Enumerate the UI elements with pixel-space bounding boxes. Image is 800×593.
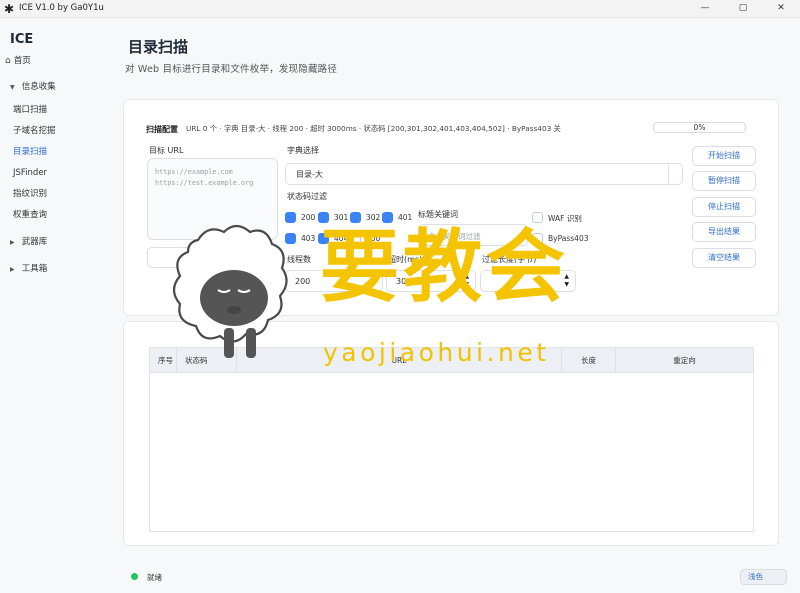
config-summary: URL 0 个 · 字典 目录-大 · 线程 200 · 超时 3000ms ·… <box>186 124 561 133</box>
sidebar-item-subdomain[interactable]: 子域名挖掘 <box>0 121 112 141</box>
sidebar-item-dir-scan[interactable]: 目录扫描 <box>0 142 112 162</box>
app-logo-icon: ✱ <box>4 2 15 16</box>
sidebar-item-weight[interactable]: 权重查询 <box>0 205 112 225</box>
sidebar: ICE ⌂ 首页 ▼ 信息收集 端口扫描 子域名挖掘 目录扫描 JSFinder… <box>0 18 112 593</box>
clear-results-button[interactable]: 清空结果 <box>692 248 756 268</box>
progress-bar: 0% <box>653 122 746 133</box>
stop-scan-button[interactable]: 停止扫描 <box>692 197 756 217</box>
threads-value: 200 <box>295 277 311 286</box>
sidebar-group-label: 信息收集 <box>21 82 56 92</box>
target-url-label: 目标 URL <box>149 146 184 155</box>
minimize-button[interactable]: — <box>686 0 724 18</box>
sidebar-group-arsenal[interactable]: ▶ 武器库 <box>0 232 112 252</box>
select-divider <box>668 164 669 184</box>
sidebar-group-info[interactable]: ▼ 信息收集 <box>0 77 112 97</box>
sheep-mascot-icon <box>172 224 288 358</box>
page-subtitle: 对 Web 目标进行目录和文件枚举，发现隐藏路径 <box>125 64 338 75</box>
config-label: 扫描配置 <box>146 125 178 134</box>
status-code-label: 200 <box>301 213 316 222</box>
maximize-button[interactable]: ▢ <box>724 0 762 18</box>
theme-toggle-button[interactable]: 浅色 <box>740 569 787 585</box>
sidebar-item-label: 首页 <box>13 56 31 66</box>
brand-title: ICE <box>10 32 34 47</box>
sidebar-item-fingerprint[interactable]: 指纹识别 <box>0 184 112 204</box>
chevron-right-icon: ▶ <box>10 239 15 246</box>
sidebar-group-toolbox[interactable]: ▶ 工具箱 <box>0 259 112 279</box>
dict-select-value: 目录-大 <box>296 170 323 179</box>
watermark-text: 要教会 <box>320 220 569 313</box>
chevron-down-icon: ▼ <box>10 84 15 91</box>
page-title: 目录扫描 <box>128 38 189 56</box>
title-bar: ✱ ICE V1.0 by Ga0Y1u — ▢ ✕ <box>0 0 800 18</box>
sidebar-item-port-scan[interactable]: 端口扫描 <box>0 100 112 120</box>
sidebar-group-label: 工具箱 <box>21 264 48 274</box>
dict-select[interactable]: 目录-大 <box>285 163 683 185</box>
sidebar-item-jsfinder[interactable]: JSFinder <box>0 163 112 183</box>
export-results-button[interactable]: 导出结果 <box>692 222 756 242</box>
sidebar-item-home[interactable]: ⌂ 首页 <box>0 51 112 71</box>
dict-label: 字典选择 <box>287 146 319 155</box>
target-placeholder-line: https://example.com <box>155 168 233 176</box>
target-placeholder-line: https://test.example.org <box>155 179 254 187</box>
status-indicator <box>131 573 138 580</box>
col-header-length[interactable]: 长度 <box>562 348 616 373</box>
window-title: ICE V1.0 by Ga0Y1u <box>19 3 104 13</box>
keyword-label: 标题关键词 <box>418 210 458 219</box>
progress-text: 0% <box>693 123 706 132</box>
status-code-label: 403 <box>301 234 316 243</box>
home-icon: ⌂ <box>5 56 11 66</box>
pause-scan-button[interactable]: 暂停扫描 <box>692 171 756 191</box>
sidebar-group-label: 武器库 <box>21 237 48 247</box>
col-header-redirect[interactable]: 重定向 <box>616 348 753 373</box>
start-scan-button[interactable]: 开始扫描 <box>692 146 756 166</box>
status-text: 就绪 <box>147 573 162 582</box>
close-button[interactable]: ✕ <box>762 0 800 18</box>
threads-label: 线程数 <box>287 255 311 264</box>
results-table[interactable]: 序号 状态码 URL 长度 重定向 <box>149 347 754 532</box>
status-filter-label: 状态码过滤 <box>287 192 327 201</box>
watermark-url: yaojiaohui.net <box>323 338 550 367</box>
chevron-right-icon: ▶ <box>10 266 15 273</box>
